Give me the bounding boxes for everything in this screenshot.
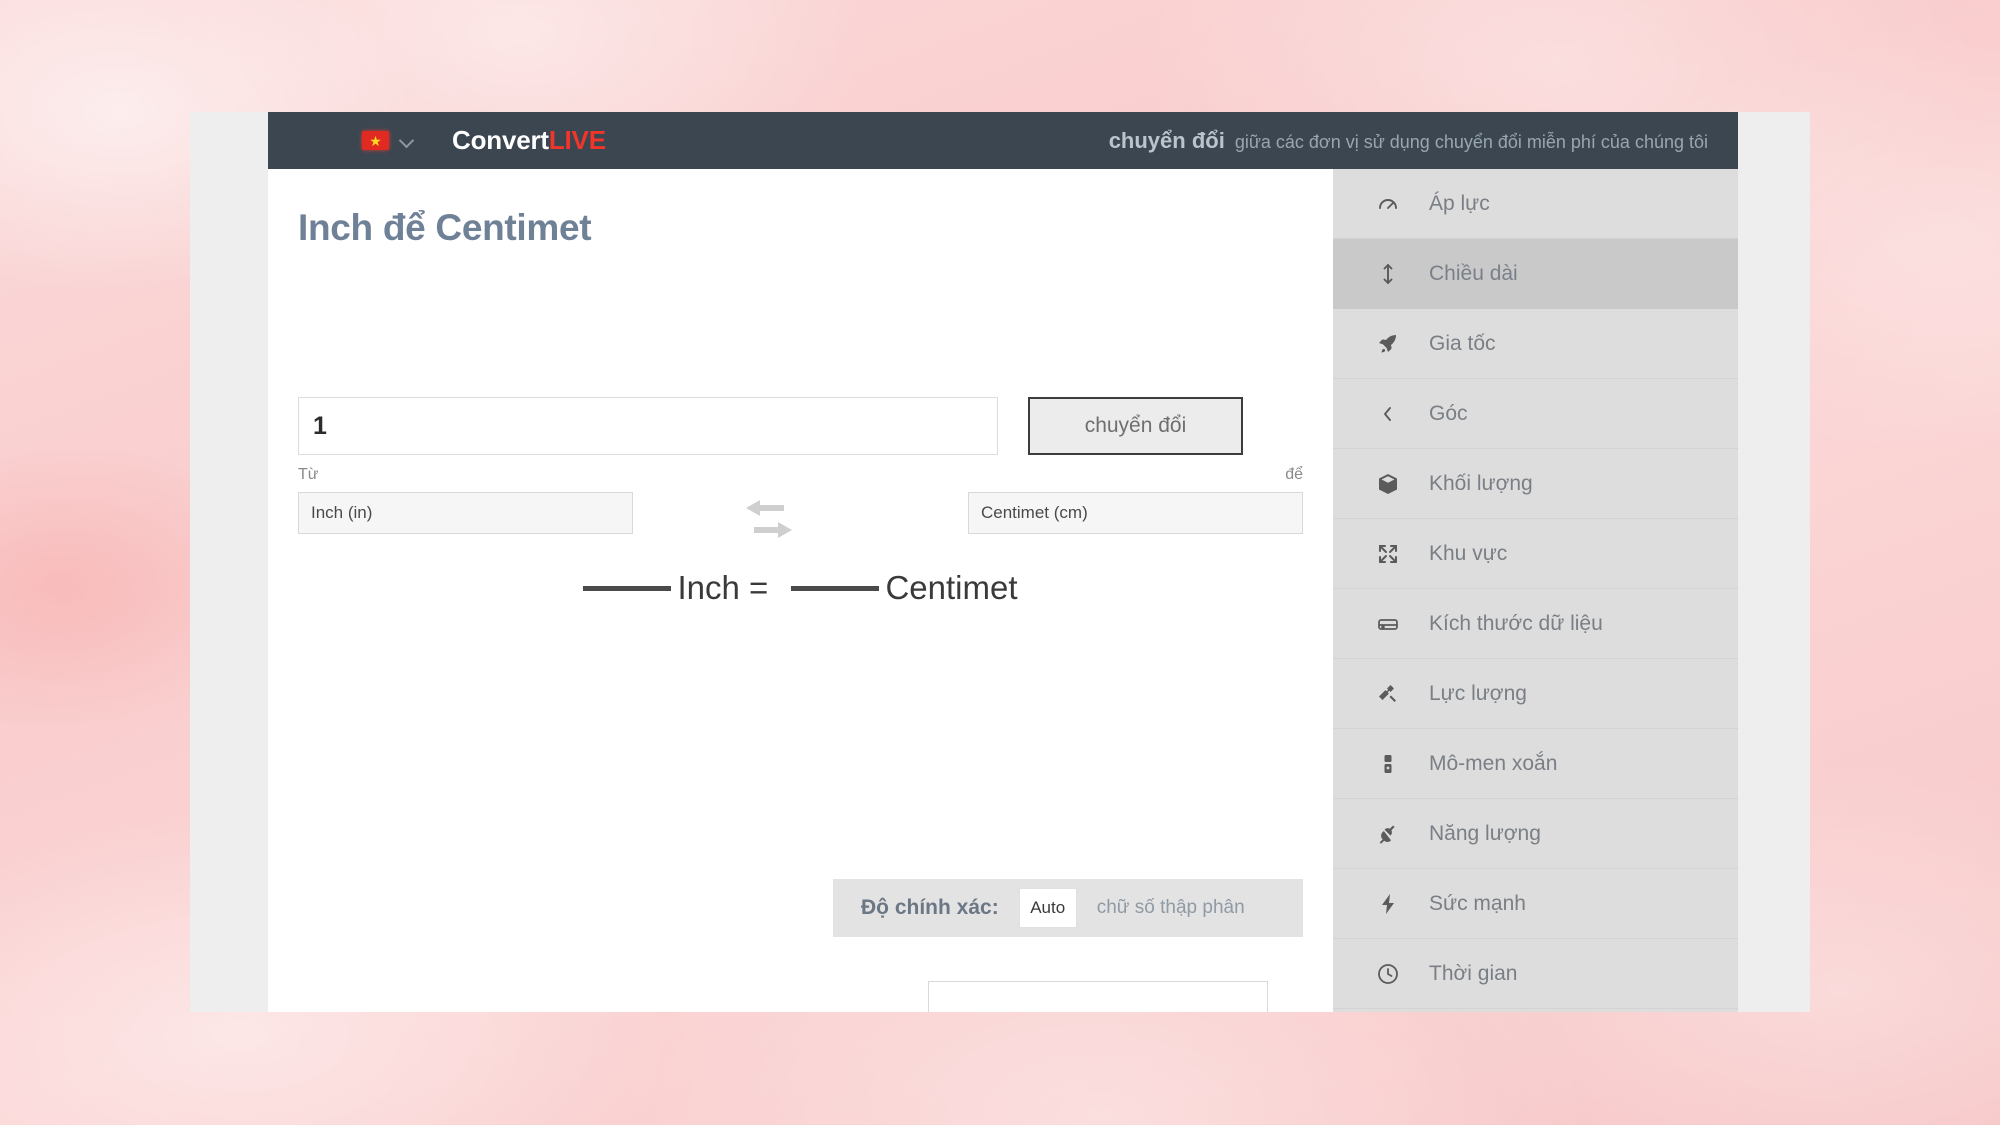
label-to: để <box>1285 466 1303 483</box>
sidebar-item-5[interactable]: Khu vực <box>1333 519 1738 589</box>
plug-icon <box>1375 822 1401 846</box>
vertical-arrows-icon <box>1375 262 1401 286</box>
flag-star-glyph: ★ <box>369 132 382 149</box>
sidebar-item-label: Mô-men xoắn <box>1429 751 1558 775</box>
clock-icon <box>1375 962 1401 986</box>
unit-selects-row: Inch (in) Centimet (cm) <box>298 492 1303 538</box>
sidebar-item-label: Lực lượng <box>1429 681 1527 705</box>
amount-input[interactable] <box>298 397 998 455</box>
sidebar-item-3[interactable]: Góc <box>1333 379 1738 449</box>
content-area: Inch để Centimet chuyển đổi Từ để Inch (… <box>268 169 1738 1012</box>
clipped-bottom-field[interactable] <box>928 981 1268 1012</box>
unit-to-select[interactable]: Centimet (cm) <box>968 492 1303 534</box>
chevron-down-icon[interactable] <box>399 133 414 148</box>
sidebar-item-label: Góc <box>1429 401 1468 425</box>
swap-arrows-icon[interactable] <box>738 494 800 544</box>
sidebar-item-label: Gia tốc <box>1429 331 1496 355</box>
angle-chevron-icon <box>1375 402 1401 426</box>
language-switcher[interactable]: ★ <box>362 131 414 150</box>
convert-button[interactable]: chuyển đổi <box>1028 397 1243 455</box>
result-value-right <box>791 586 880 591</box>
tagline-light: giữa các đơn vị sử dụng chuyển đổi miễn … <box>1234 131 1708 152</box>
page-body: ★ ConvertLIVE chuyển đổi giữa các đơn vị… <box>268 112 1738 1012</box>
conversion-result-line: Inch = Centimet <box>298 569 1303 607</box>
box-icon <box>1375 472 1401 496</box>
result-unit-right: Centimet <box>885 569 1018 606</box>
logo-text-convert: Convert <box>452 125 549 155</box>
hard-drive-icon <box>1375 612 1401 636</box>
sidebar-item-label: Áp lực <box>1429 191 1490 215</box>
sidebar-item-label: Thời gian <box>1429 961 1518 985</box>
sidebar-item-11[interactable]: Thời gian <box>1333 939 1738 1009</box>
browser-viewport: ★ ConvertLIVE chuyển đổi giữa các đơn vị… <box>190 112 1810 1012</box>
sidebar-item-1[interactable]: Chiều dài <box>1333 239 1738 309</box>
page-title: Inch để Centimet <box>298 207 592 248</box>
vietnam-flag-icon[interactable]: ★ <box>362 131 389 150</box>
unit-from-select[interactable]: Inch (in) <box>298 492 633 534</box>
precision-input[interactable] <box>1018 888 1077 928</box>
result-equals: = <box>749 569 769 606</box>
converter-panel: Inch để Centimet chuyển đổi Từ để Inch (… <box>268 169 1333 1012</box>
sidebar-item-label: Khối lượng <box>1429 471 1533 495</box>
rocket-icon <box>1375 332 1401 356</box>
sidebar-item-7[interactable]: Lực lượng <box>1333 659 1738 729</box>
logo-text-live: LIVE <box>548 125 606 155</box>
sidebar-item-9[interactable]: Năng lượng <box>1333 799 1738 869</box>
precision-bar: Độ chính xác: chữ số thập phân <box>833 879 1303 937</box>
site-logo[interactable]: ConvertLIVE <box>452 125 606 156</box>
sidebar-item-4[interactable]: Khối lượng <box>1333 449 1738 519</box>
navbar-tagline: chuyển đổi giữa các đơn vị sử dụng chuyể… <box>1109 128 1708 154</box>
result-value-left <box>583 586 672 591</box>
sidebar-item-0[interactable]: Áp lực <box>1333 169 1738 239</box>
precision-suffix-label: chữ số thập phân <box>1096 897 1245 918</box>
sidebar-item-label: Sức mạnh <box>1429 891 1526 915</box>
gauge-icon <box>1375 192 1401 216</box>
top-navbar: ★ ConvertLIVE chuyển đổi giữa các đơn vị… <box>268 112 1738 169</box>
expand-arrows-icon <box>1375 542 1401 566</box>
label-from: Từ <box>298 466 319 483</box>
sidebar-item-label: Khu vực <box>1429 541 1508 565</box>
sidebar-item-6[interactable]: Kích thước dữ liệu <box>1333 589 1738 659</box>
from-to-labels: Từ để <box>298 466 1303 488</box>
sidebar-item-10[interactable]: Sức mạnh <box>1333 869 1738 939</box>
torque-icon <box>1375 752 1401 776</box>
sidebar-item-label: Năng lượng <box>1429 821 1541 845</box>
category-sidebar[interactable]: Áp lực Chiều dài Gia tốc Góc Khối lượng Khu v… <box>1333 169 1738 1012</box>
result-unit-left: Inch <box>677 569 740 606</box>
sidebar-item-2[interactable]: Gia tốc <box>1333 309 1738 379</box>
sidebar-item-label: Chiều dài <box>1429 261 1518 285</box>
lightning-bolt-icon <box>1375 892 1401 916</box>
value-row: chuyển đổi <box>298 397 1303 455</box>
sidebar-item-label: Kích thước dữ liệu <box>1429 611 1603 635</box>
hammer-icon <box>1375 682 1401 706</box>
tagline-strong: chuyển đổi <box>1108 127 1225 153</box>
precision-label: Độ chính xác: <box>861 896 999 919</box>
sidebar-item-8[interactable]: Mô-men xoắn <box>1333 729 1738 799</box>
